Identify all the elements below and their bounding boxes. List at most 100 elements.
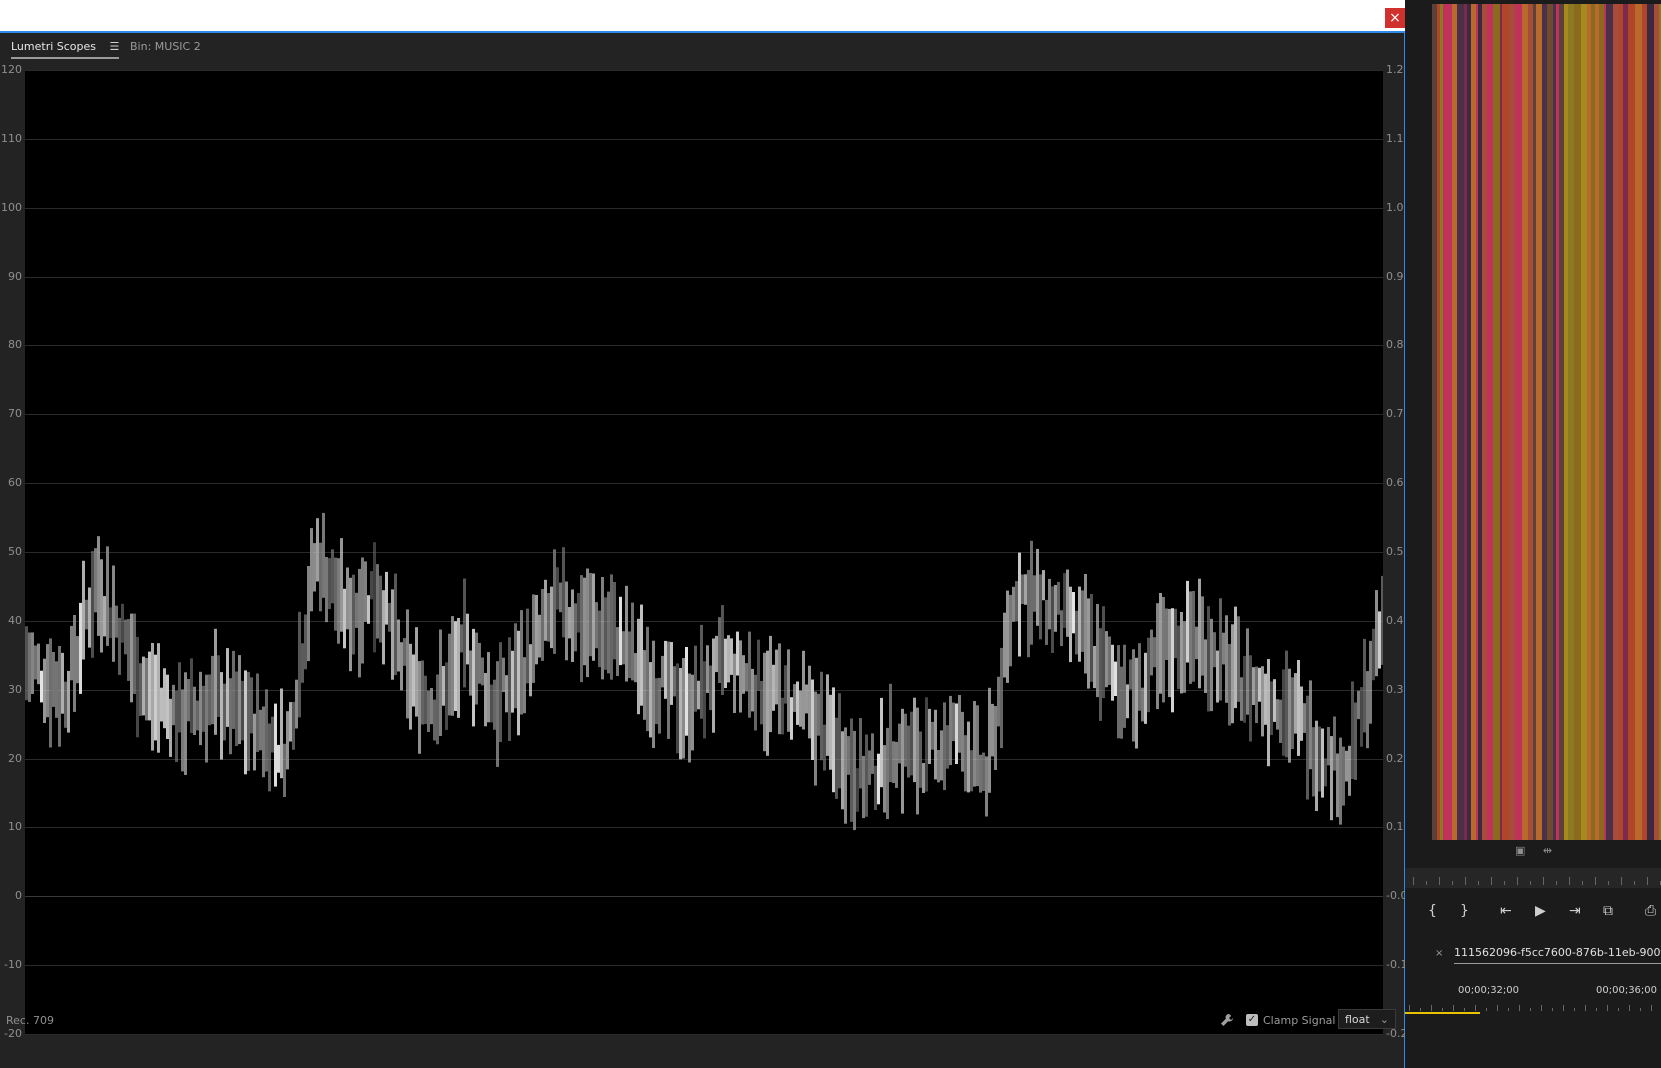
timeline-tick	[1464, 1008, 1465, 1011]
trace-column	[172, 684, 175, 726]
trace-column	[829, 694, 832, 770]
trace-column	[553, 549, 556, 654]
trace-column	[1060, 610, 1063, 647]
tab-bin-music[interactable]: Bin: MUSIC 2	[130, 40, 201, 53]
sequence-tab[interactable]: 111562096-f5cc7600-876b-11eb-900f-130	[1454, 946, 1661, 964]
trace-column	[1357, 690, 1360, 720]
trace-column	[253, 713, 256, 771]
tab-lumetri-scopes-label: Lumetri Scopes	[11, 40, 97, 53]
trace-column	[988, 687, 991, 793]
trace-column	[271, 716, 274, 753]
trace-column	[817, 693, 820, 736]
trace-column	[898, 723, 901, 764]
timeline-tick	[1585, 1005, 1586, 1011]
work-area-bar[interactable]	[1405, 1012, 1480, 1014]
tab-lumetri-scopes[interactable]: Lumetri Scopes ☰	[11, 40, 120, 59]
trace-column	[979, 754, 982, 793]
trace-column	[142, 656, 145, 716]
export-frame-icon[interactable]: ⎙	[1645, 903, 1656, 919]
go-to-in-icon[interactable]: ⇤	[1500, 903, 1512, 919]
preview-stripe	[1482, 4, 1487, 840]
preview-stripe	[1536, 4, 1542, 840]
trace-column	[1381, 575, 1383, 665]
monitor-icons: ▣ ⇹	[1515, 844, 1566, 857]
trace-column	[127, 619, 130, 681]
trace-column	[1270, 681, 1273, 736]
trace-column	[1189, 591, 1192, 684]
trace-column	[1306, 695, 1309, 800]
trace-column	[490, 684, 493, 723]
trace-column	[1081, 590, 1084, 652]
trace-column	[1228, 643, 1231, 726]
go-to-out-icon[interactable]: ⇥	[1569, 903, 1581, 919]
trace-column	[1066, 569, 1069, 637]
mark-out-icon[interactable]: }	[1460, 903, 1469, 919]
trace-column	[1198, 578, 1201, 689]
trace-column	[733, 653, 736, 713]
right-axis-tick: 0.2	[1386, 752, 1404, 765]
trace-column	[1219, 598, 1222, 701]
trace-column	[1093, 646, 1096, 689]
split-icon[interactable]: ⇹	[1543, 844, 1552, 857]
trace-column	[730, 638, 733, 675]
trace-column	[85, 599, 88, 630]
close-button[interactable]: ×	[1385, 8, 1405, 28]
trace-column	[1351, 681, 1354, 779]
wrench-icon[interactable]	[1220, 1013, 1234, 1027]
trace-column	[361, 557, 364, 664]
trace-column	[334, 557, 337, 631]
trace-column	[964, 735, 967, 792]
trace-column	[1354, 702, 1357, 780]
trace-column	[1039, 574, 1042, 640]
trace-column	[766, 650, 769, 756]
trace-column	[568, 607, 571, 639]
trace-column	[931, 721, 934, 750]
preview-stripe	[1581, 4, 1587, 840]
right-axis-tick: 0.1	[1386, 820, 1404, 833]
trace-column	[100, 559, 103, 653]
trace-column	[286, 711, 289, 770]
trace-column	[346, 567, 349, 630]
trace-column	[160, 687, 163, 722]
panel-menu-icon[interactable]: ☰	[110, 40, 120, 53]
trace-column	[166, 674, 169, 739]
trace-column	[31, 632, 34, 694]
trace-column	[721, 605, 724, 695]
left-axis-tick: 120	[1, 63, 22, 76]
trace-column	[1192, 591, 1195, 682]
settings-icon[interactable]: ▣	[1515, 844, 1525, 857]
trace-column	[1318, 726, 1321, 792]
trace-column	[631, 602, 634, 681]
left-axis-tick: 80	[8, 338, 22, 351]
trace-column	[445, 662, 448, 730]
ruler-tick	[1608, 881, 1609, 885]
trace-column	[1054, 585, 1057, 632]
trace-column	[64, 681, 67, 728]
trace-column	[307, 566, 310, 662]
trace-column	[748, 631, 751, 718]
clamp-signal-checkbox[interactable]: ✓	[1246, 1014, 1258, 1026]
trace-column	[250, 677, 253, 734]
trace-column	[1027, 569, 1030, 658]
trace-column	[850, 718, 853, 822]
trace-column	[886, 727, 889, 820]
trace-column	[352, 574, 355, 655]
ruler-tick	[1478, 881, 1479, 885]
insert-icon[interactable]: ⧉	[1603, 903, 1613, 919]
trace-column	[193, 686, 196, 735]
trace-column	[499, 642, 502, 743]
trace-column	[640, 604, 643, 706]
lumetri-scopes-panel: Lumetri Scopes ☰ Bin: MUSIC 2 120 110 100 9…	[0, 33, 1407, 1068]
preview-stripe	[1502, 4, 1509, 840]
trace-column	[571, 589, 574, 662]
monitor-ruler[interactable]	[1405, 868, 1661, 888]
sequence-close-icon[interactable]: ×	[1435, 948, 1443, 959]
trace-column	[292, 701, 295, 750]
trace-column	[355, 592, 358, 628]
right-axis-tick: 0.4	[1386, 614, 1404, 627]
play-icon[interactable]: ▶	[1535, 903, 1546, 919]
preview-stripe	[1493, 4, 1500, 840]
bit-depth-select[interactable]: float ⌄	[1338, 1009, 1396, 1029]
trace-column	[1159, 593, 1162, 694]
mark-in-icon[interactable]: {	[1428, 903, 1437, 919]
